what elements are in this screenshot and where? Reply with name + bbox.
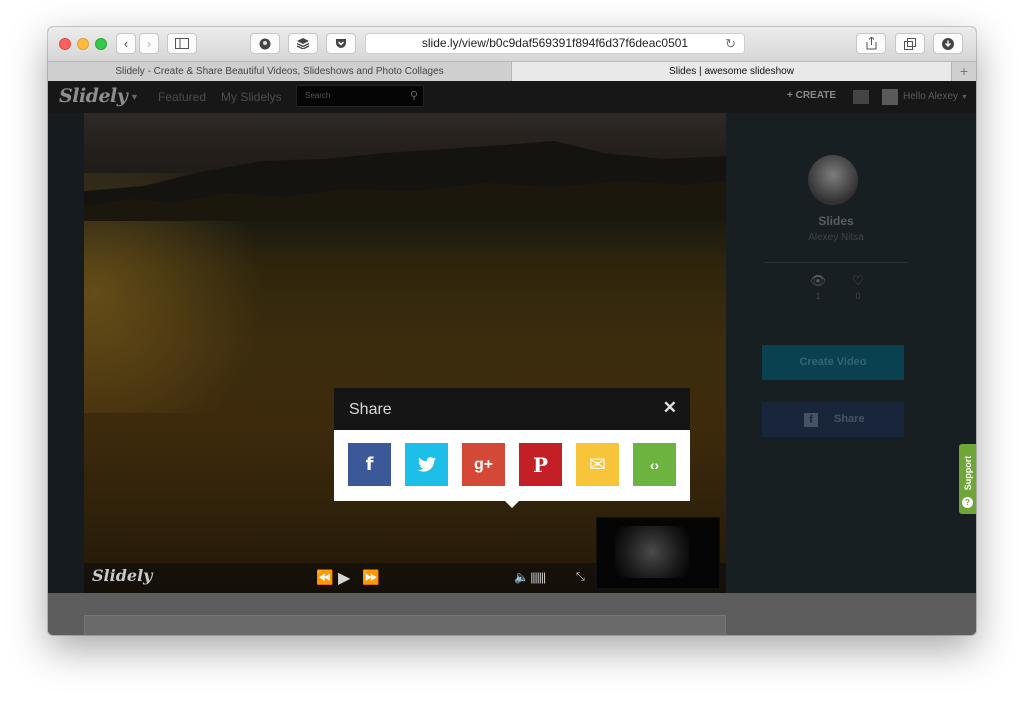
caret-down-icon[interactable]: ▼ <box>130 92 139 102</box>
zoom-window-button[interactable] <box>95 38 107 50</box>
sidebar-icon <box>175 38 189 49</box>
thumbnail-image <box>615 526 689 578</box>
support-tab[interactable]: Support ? <box>959 444 976 514</box>
envelope-icon: ✉ <box>589 454 606 476</box>
search-icon[interactable]: ⚲ <box>410 89 418 102</box>
code-icon: ‹› <box>649 456 660 473</box>
content-area: Slides Alexey Nitsa 👁 1 ♡ 0 Create Video… <box>48 113 976 593</box>
reload-icon[interactable]: ↻ <box>725 34 736 53</box>
url-text: slide.ly/view/b0c9daf569391f894f6d37f6de… <box>421 36 689 50</box>
extension-button-2[interactable] <box>288 33 318 54</box>
support-label: Support <box>963 455 973 491</box>
player-logo: Slidely <box>92 566 153 585</box>
volume-control[interactable]: 🔈 ||||||| <box>514 570 546 584</box>
forward-button[interactable]: › <box>139 33 159 54</box>
globe-icon <box>259 38 271 49</box>
share-email-button[interactable]: ✉ <box>576 443 619 486</box>
search-box[interactable]: Search ⚲ <box>296 85 424 107</box>
user-menu[interactable]: Hello Alexey ▼ <box>903 91 968 102</box>
google-plus-icon: g+ <box>473 455 494 473</box>
pinterest-icon: P <box>532 452 549 477</box>
tabs-icon <box>904 37 916 50</box>
volume-bars: ||||||| <box>530 570 546 584</box>
pocket-icon <box>336 39 346 48</box>
tab-label: Slides | awesome slideshow <box>669 66 794 77</box>
play-icon[interactable]: ▶ <box>338 568 350 588</box>
back-button[interactable]: ‹ <box>116 33 136 54</box>
title-bar: ‹ › slide.ly/view/b0c9daf569391f894f6d37… <box>48 27 976 61</box>
sidebar-toggle-button[interactable] <box>167 33 197 54</box>
facebook-icon: f <box>365 454 374 475</box>
twitter-icon <box>417 457 436 472</box>
modal-overlay[interactable] <box>48 113 976 593</box>
share-modal: Share ✕ f g+ P ✉ ‹› <box>334 388 690 508</box>
search-placeholder: Search <box>305 91 331 100</box>
speaker-icon: 🔈 <box>514 570 529 584</box>
tab-slides[interactable]: Slides | awesome slideshow <box>512 62 952 81</box>
browser-window: ‹ › slide.ly/view/b0c9daf569391f894f6d37… <box>48 27 976 635</box>
tab-label: Slidely - Create & Share Beautiful Video… <box>115 66 444 77</box>
notifications-icon[interactable] <box>853 90 869 104</box>
tab-slidely-home[interactable]: Slidely - Create & Share Beautiful Video… <box>48 62 512 81</box>
layers-icon <box>297 38 309 49</box>
close-icon[interactable]: ✕ <box>663 398 677 418</box>
share-google-plus-button[interactable]: g+ <box>462 443 505 486</box>
greeting-text: Hello Alexey <box>903 91 959 102</box>
rewind-icon[interactable]: ⏪ <box>316 569 333 586</box>
nav-featured[interactable]: Featured <box>158 90 206 104</box>
tab-bar: Slidely - Create & Share Beautiful Video… <box>48 61 976 81</box>
minimize-window-button[interactable] <box>77 38 89 50</box>
share-modal-title: Share <box>349 401 392 418</box>
fullscreen-icon[interactable]: ⤡ <box>576 571 585 584</box>
close-window-button[interactable] <box>59 38 71 50</box>
video-thumbnail[interactable] <box>596 517 720 589</box>
chevron-right-icon: › <box>146 36 152 51</box>
site-logo[interactable]: Slidely <box>59 85 128 107</box>
create-link[interactable]: + CREATE <box>787 90 836 101</box>
share-twitter-button[interactable] <box>405 443 448 486</box>
new-tab-button[interactable]: + <box>952 62 976 81</box>
download-icon <box>942 37 954 50</box>
plus-icon: + <box>959 63 969 79</box>
pocket-button[interactable] <box>326 33 356 54</box>
address-bar[interactable]: slide.ly/view/b0c9daf569391f894f6d37f6de… <box>365 33 745 54</box>
nav-my-slidelys[interactable]: My Slidelys <box>221 90 282 104</box>
share-modal-body: f g+ P ✉ ‹› <box>334 430 690 501</box>
share-toolbar-button[interactable] <box>856 33 886 54</box>
help-icon: ? <box>962 497 973 508</box>
share-facebook-button[interactable]: f <box>348 443 391 486</box>
share-embed-button[interactable]: ‹› <box>633 443 676 486</box>
user-avatar[interactable] <box>882 89 898 105</box>
fast-forward-icon[interactable]: ⏩ <box>362 569 379 586</box>
chevron-left-icon: ‹ <box>123 36 129 51</box>
tabs-overview-button[interactable] <box>895 33 925 54</box>
share-modal-header: Share ✕ <box>334 388 690 430</box>
caret-down-icon: ▼ <box>960 94 968 101</box>
content-card <box>84 615 726 635</box>
share-pinterest-button[interactable]: P <box>519 443 562 486</box>
modal-pointer <box>504 500 520 508</box>
extension-button-1[interactable] <box>250 33 280 54</box>
site-navbar: Slidely ▼ Featured My Slidelys Search ⚲ … <box>48 81 976 113</box>
page-bottom <box>48 593 976 635</box>
downloads-button[interactable] <box>933 33 963 54</box>
share-icon <box>866 37 876 50</box>
